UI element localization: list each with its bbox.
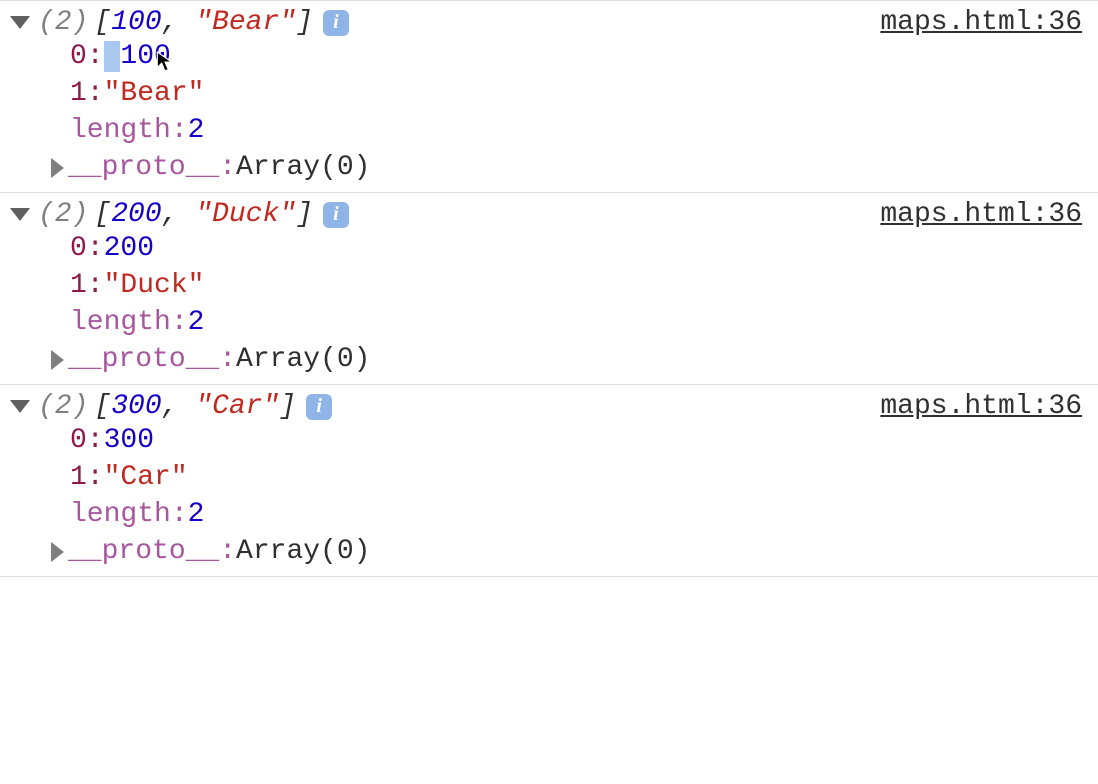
property-value: 2: [188, 115, 205, 146]
property-value: 2: [188, 499, 205, 530]
array-item[interactable]: 0: 300: [70, 422, 1088, 459]
property-value: Array(0): [236, 344, 370, 375]
array-children: 0: 200 1: "Duck" length: 2: [10, 230, 1088, 341]
chevron-down-icon[interactable]: [10, 400, 30, 413]
info-icon[interactable]: i: [306, 394, 332, 420]
item-value: "Car": [104, 462, 188, 493]
array-item[interactable]: 1: "Duck": [70, 267, 1088, 304]
item-value: 100: [104, 41, 171, 72]
source-link[interactable]: maps.html:36: [880, 7, 1082, 38]
array-children: 0: 100 1: "Bear" length: 2: [10, 38, 1088, 149]
source-link[interactable]: maps.html:36: [880, 199, 1082, 230]
array-length: (2): [38, 391, 88, 422]
array-preview: [200, "Duck"]: [94, 199, 312, 230]
array-length: (2): [38, 7, 88, 38]
length-property[interactable]: length: 2: [70, 496, 1088, 533]
info-icon[interactable]: i: [323, 10, 349, 36]
item-value: 200: [104, 233, 154, 264]
property-key: length:: [70, 307, 188, 338]
array-preview: [300, "Car"]: [94, 391, 296, 422]
chevron-right-icon[interactable]: [51, 350, 64, 370]
console-log-entry: maps.html:36 (2) [100, "Bear"] i 0: 100 …: [0, 0, 1098, 192]
array-item[interactable]: 0: 200: [70, 230, 1088, 267]
console-log-entry: maps.html:36 (2) [300, "Car"] i 0: 300 1…: [0, 384, 1098, 577]
length-property[interactable]: length: 2: [70, 304, 1088, 341]
array-item[interactable]: 0: 100: [70, 38, 1088, 75]
chevron-right-icon[interactable]: [51, 542, 64, 562]
chevron-down-icon[interactable]: [10, 16, 30, 29]
property-key: length:: [70, 115, 188, 146]
property-value: Array(0): [236, 536, 370, 567]
array-item[interactable]: 1: "Bear": [70, 75, 1088, 112]
array-item[interactable]: 1: "Car": [70, 459, 1088, 496]
proto-property[interactable]: __proto__: Array(0): [10, 341, 1088, 378]
info-icon[interactable]: i: [323, 202, 349, 228]
item-key: 0:: [70, 41, 104, 72]
console-log-entry: maps.html:36 (2) [200, "Duck"] i 0: 200 …: [0, 192, 1098, 384]
length-property[interactable]: length: 2: [70, 112, 1088, 149]
console-output: maps.html:36 (2) [100, "Bear"] i 0: 100 …: [0, 0, 1098, 577]
proto-property[interactable]: __proto__: Array(0): [10, 149, 1088, 186]
chevron-down-icon[interactable]: [10, 208, 30, 221]
item-key: 1:: [70, 462, 104, 493]
item-value: "Bear": [104, 78, 205, 109]
property-key: __proto__:: [68, 536, 236, 567]
item-value: "Duck": [104, 270, 205, 301]
chevron-right-icon[interactable]: [51, 158, 64, 178]
item-key: 0:: [70, 233, 104, 264]
array-children: 0: 300 1: "Car" length: 2: [10, 422, 1088, 533]
item-key: 1:: [70, 270, 104, 301]
array-length: (2): [38, 199, 88, 230]
proto-property[interactable]: __proto__: Array(0): [10, 533, 1088, 570]
property-value: 2: [188, 307, 205, 338]
item-key: 0:: [70, 425, 104, 456]
source-link[interactable]: maps.html:36: [880, 391, 1082, 422]
item-key: 1:: [70, 78, 104, 109]
property-key: length:: [70, 499, 188, 530]
property-value: Array(0): [236, 152, 370, 183]
item-value: 300: [104, 425, 154, 456]
array-preview: [100, "Bear"]: [94, 7, 312, 38]
property-key: __proto__:: [68, 152, 236, 183]
property-key: __proto__:: [68, 344, 236, 375]
